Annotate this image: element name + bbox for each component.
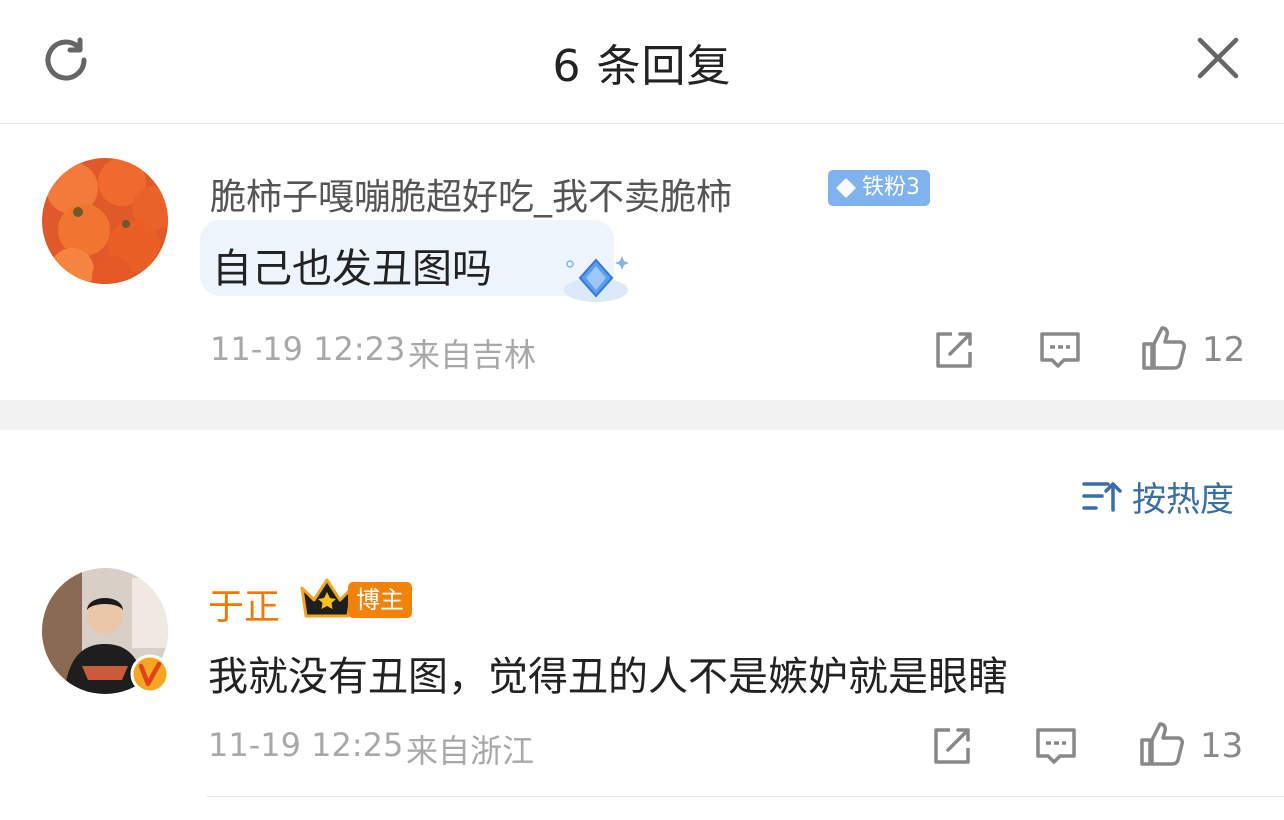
reply-item: 于正 博主 我就没有丑图，觉得丑的人不是嫉妒就是眼瞎 11-19 12:25 来… — [0, 540, 1284, 796]
share-icon[interactable] — [930, 326, 978, 374]
comment-icon[interactable] — [1036, 326, 1084, 374]
sort-by-heat-button[interactable]: 按热度 — [1082, 472, 1234, 520]
verified-icon — [130, 654, 170, 694]
close-icon[interactable] — [1194, 34, 1242, 82]
avatar[interactable] — [42, 158, 168, 284]
page-title: 6 条回复 — [552, 41, 732, 92]
fan-badge-label: 铁粉3 — [862, 175, 920, 200]
sort-label: 按热度 — [1132, 479, 1234, 520]
comment-text: 我就没有丑图，觉得丑的人不是嫉妒就是眼瞎 — [208, 654, 1008, 700]
username[interactable]: 于正 — [208, 578, 280, 630]
like-count: 12 — [1202, 330, 1246, 370]
reply-item: 脆柿子嘎嘣脆超好吃_我不卖脆柿 铁粉3 自己也发丑图吗 11-19 12:23 … — [0, 124, 1284, 400]
like-icon[interactable] — [1138, 720, 1186, 768]
location-text: 来自浙江 — [406, 732, 535, 770]
fan-badge: 铁粉3 — [828, 170, 930, 206]
username[interactable]: 脆柿子嘎嘣脆超好吃_我不卖脆柿 — [210, 168, 732, 220]
dialog-header: 6 条回复 — [0, 0, 1284, 124]
share-icon[interactable] — [928, 722, 976, 770]
row-divider — [206, 796, 1284, 797]
time-text: 11-19 12:25 — [208, 726, 404, 764]
sort-icon — [1082, 482, 1122, 512]
like-icon[interactable] — [1140, 324, 1188, 372]
comment-text: 自己也发丑图吗 — [212, 246, 492, 292]
time-text: 11-19 12:23 — [210, 330, 406, 368]
comment-icon[interactable] — [1032, 722, 1080, 770]
author-badge: 博主 — [348, 582, 412, 618]
section-divider — [0, 400, 1284, 430]
diamond-sticker-icon — [564, 256, 629, 302]
location-text: 来自吉林 — [408, 336, 537, 374]
diamond-icon — [836, 178, 856, 198]
like-count: 13 — [1200, 726, 1244, 766]
